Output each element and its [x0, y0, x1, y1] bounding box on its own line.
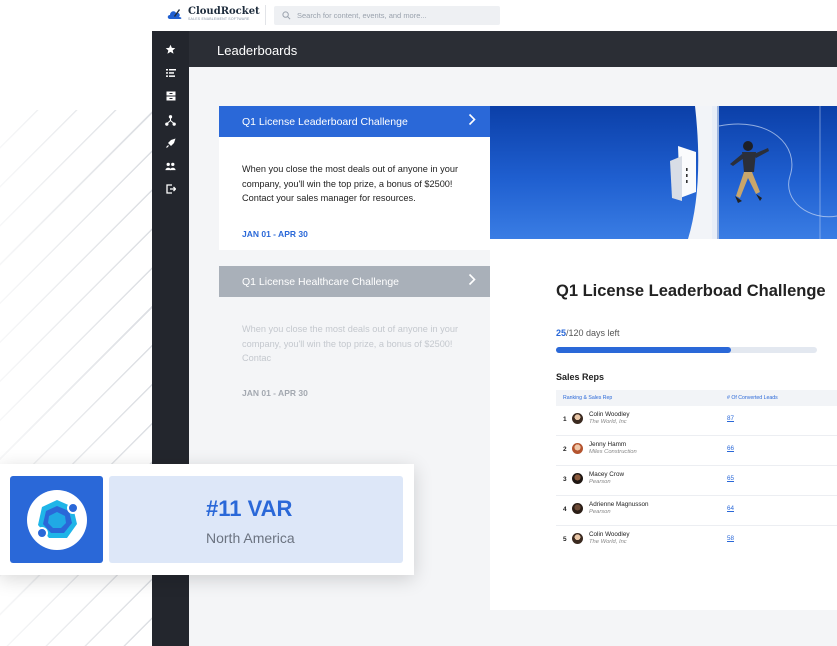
challenge-title: Q1 License Leaderboard Challenge: [242, 115, 408, 128]
network-icon[interactable]: [164, 114, 177, 126]
challenge-description: When you close the most deals out of any…: [242, 164, 459, 203]
cloud-rocket-logo-icon: [166, 7, 184, 21]
users-icon[interactable]: [164, 160, 177, 172]
converted-leads-link[interactable]: 64: [727, 505, 734, 512]
rep-name: Colin Woodley: [589, 411, 630, 418]
region-label: North America: [206, 530, 295, 546]
rank-number: 3: [563, 476, 567, 483]
challenge-hero-image: [490, 106, 837, 239]
detail-title: Q1 License Leaderboad Challenge: [556, 282, 826, 300]
list-icon[interactable]: [164, 67, 177, 79]
chevron-right-icon: [468, 273, 476, 289]
rep-company: The World, Inc: [589, 539, 627, 545]
partner-logo-icon: [10, 476, 103, 563]
converted-leads-link[interactable]: 65: [727, 475, 734, 482]
rank-number: 1: [563, 416, 567, 423]
avatar: [572, 443, 583, 454]
archive-icon[interactable]: [164, 90, 177, 102]
progress-bar-fill: [556, 347, 731, 353]
search-icon: [282, 7, 291, 25]
days-elapsed: 25: [556, 328, 567, 338]
rep-company: Pearson: [589, 479, 611, 485]
rep-name: Macey Crow: [589, 471, 624, 478]
brand-tagline: SALES ENABLEMENT SOFTWARE: [188, 17, 250, 21]
challenge-card: When you close the most deals out of any…: [219, 297, 490, 407]
avatar: [572, 503, 583, 514]
converted-leads-link[interactable]: 58: [727, 535, 734, 542]
page-title: Leaderboards: [217, 43, 298, 58]
avatar: [572, 533, 583, 544]
avatar: [572, 473, 583, 484]
search-box[interactable]: [274, 6, 500, 25]
rank-label: #11 VAR: [206, 496, 293, 521]
rank-number: 5: [563, 536, 567, 543]
logout-icon[interactable]: [164, 183, 177, 195]
search-input[interactable]: [297, 11, 487, 20]
challenge-title: Q1 License Healthcare Challenge: [242, 275, 400, 288]
avatar: [572, 413, 583, 424]
converted-leads-link[interactable]: 66: [727, 445, 734, 452]
table-row[interactable]: 5 Colin Woodley The World, Inc 58: [556, 526, 837, 556]
table-row[interactable]: 1 Colin Woodley The World, Inc 87: [556, 406, 837, 436]
challenge-date-range: JAN 01 - APR 30: [242, 388, 308, 398]
table-header: Ranking & Sales Rep # Of Converted Leads: [556, 390, 837, 406]
top-bar: CloudRocket SALES ENABLEMENT SOFTWARE: [152, 0, 837, 31]
challenge-card: When you close the most deals out of any…: [219, 137, 490, 250]
brand-logo[interactable]: CloudRocket SALES ENABLEMENT SOFTWARE: [166, 6, 260, 21]
rocket-icon[interactable]: [164, 137, 177, 149]
rank-info-box: #11 VAR North America: [109, 476, 403, 563]
rep-company: Miles Construction: [589, 449, 637, 455]
rep-name: Adrienne Magnusson: [589, 501, 649, 508]
challenge-date-range: JAN 01 - APR 30: [242, 229, 308, 239]
days-total: /120 days left: [566, 328, 620, 338]
rep-name: Colin Woodley: [589, 531, 630, 538]
table-row[interactable]: 4 Adrienne Magnusson Pearson 64: [556, 496, 837, 526]
challenge-tab-healthcare[interactable]: Q1 License Healthcare Challenge: [219, 266, 490, 297]
column-header-leads[interactable]: # Of Converted Leads: [727, 395, 778, 401]
progress-bar: [556, 347, 817, 353]
rank-number: 2: [563, 446, 567, 453]
topbar-divider: [265, 5, 266, 25]
challenge-description: When you close the most deals out of any…: [242, 324, 459, 363]
rep-company: The World, Inc: [589, 419, 627, 425]
page-header: Leaderboards: [189, 31, 837, 67]
converted-leads-link[interactable]: 87: [727, 415, 734, 422]
table-row[interactable]: 3 Macey Crow Pearson 65: [556, 466, 837, 496]
section-title: Sales Reps: [556, 372, 605, 382]
rep-company: Pearson: [589, 509, 611, 515]
chevron-right-icon: [468, 113, 476, 129]
table-row[interactable]: 2 Jenny Hamm Miles Construction 66: [556, 436, 837, 466]
challenge-detail-panel: Q1 License Leaderboad Challenge 25/120 d…: [490, 239, 837, 610]
rep-name: Jenny Hamm: [589, 441, 627, 448]
rank-card: #11 VAR North America: [0, 464, 414, 575]
column-header-rank[interactable]: Ranking & Sales Rep: [563, 395, 612, 401]
rank-number: 4: [563, 506, 567, 513]
challenge-tab-leaderboard[interactable]: Q1 License Leaderboard Challenge: [219, 106, 490, 137]
star-icon[interactable]: [164, 43, 177, 55]
days-remaining: 25/120 days left: [556, 328, 620, 338]
